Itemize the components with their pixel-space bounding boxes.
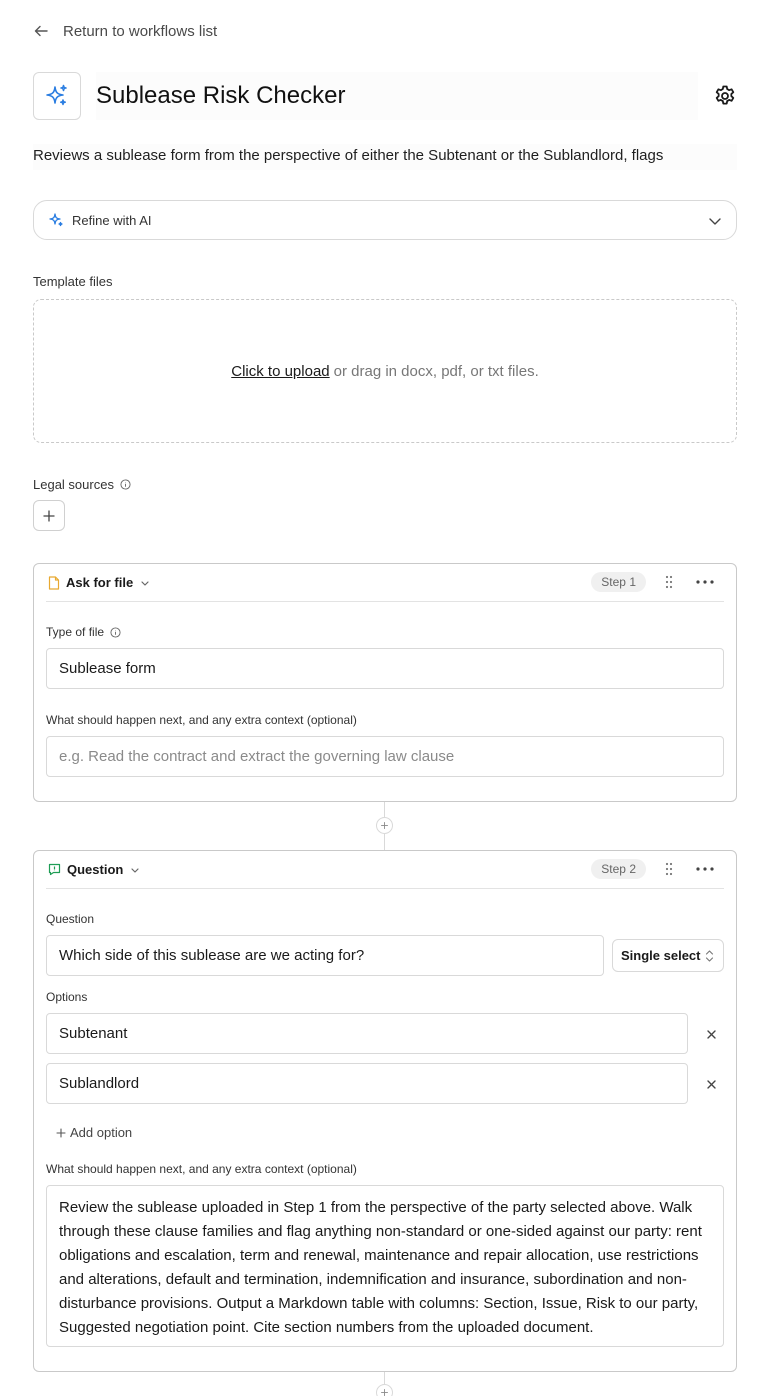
context-label: What should happen next, and any extra c… <box>46 713 357 727</box>
refine-with-ai-toggle[interactable]: Refine with AI <box>33 200 737 240</box>
back-link[interactable]: Return to workflows list <box>33 20 217 42</box>
step-badge: Step 2 <box>591 859 646 879</box>
gear-icon[interactable] <box>713 84 737 108</box>
chevron-down-icon <box>141 580 149 586</box>
drag-handle-icon[interactable] <box>665 575 673 589</box>
context-input[interactable]: e.g. Read the contract and extract the g… <box>46 736 724 777</box>
workflow-icon[interactable] <box>33 72 81 120</box>
context-textarea[interactable]: Review the sublease uploaded in Step 1 f… <box>46 1185 724 1347</box>
info-icon[interactable] <box>120 479 131 490</box>
legal-sources-label: Legal sources <box>33 477 114 492</box>
step-type-label: Ask for file <box>66 575 134 590</box>
step-card-ask-for-file: Ask for file Step 1 Type of file Subleas… <box>33 563 737 802</box>
step-header: Question Step 2 <box>46 851 724 889</box>
add-option-label: Add option <box>70 1125 133 1140</box>
plus-icon <box>43 509 55 522</box>
sparkle-icon <box>49 213 63 227</box>
file-type-label-row: Type of file <box>46 625 121 639</box>
question-input[interactable]: Which side of this sublease are we actin… <box>46 935 604 976</box>
question-label: Question <box>46 912 95 926</box>
drag-handle-icon[interactable] <box>665 862 673 876</box>
chevron-up-down-icon <box>705 950 714 962</box>
sparkle-icon <box>46 84 67 106</box>
legal-sources-header: Legal sources <box>33 477 131 492</box>
step-badge: Step 1 <box>591 572 646 592</box>
step-card-question: Question Step 2 Question Which side of t… <box>33 850 737 1372</box>
refine-label: Refine with AI <box>72 212 152 228</box>
step-type-label: Question <box>67 862 124 877</box>
chevron-down-icon <box>709 218 721 225</box>
option-input[interactable]: Sublandlord <box>46 1063 688 1104</box>
more-options-icon[interactable] <box>696 580 714 584</box>
answer-type-select[interactable]: Single select <box>612 939 724 972</box>
add-legal-source-button[interactable] <box>33 500 65 531</box>
step-type-dropdown[interactable]: Question <box>46 862 140 877</box>
plus-icon <box>381 1389 388 1396</box>
context-label: What should happen next, and any extra c… <box>46 1162 357 1176</box>
file-type-label: Type of file <box>46 625 105 639</box>
workflow-title[interactable]: Sublease Risk Checker <box>96 72 698 120</box>
file-type-input[interactable]: Sublease form <box>46 648 724 689</box>
option-input[interactable]: Subtenant <box>46 1013 688 1054</box>
more-options-icon[interactable] <box>696 867 714 871</box>
insert-step-button[interactable] <box>376 817 393 834</box>
arrow-left-icon <box>34 25 48 37</box>
template-upload-dropzone[interactable]: Click to upload or drag in docx, pdf, or… <box>33 299 737 443</box>
file-icon <box>48 575 60 590</box>
template-files-label: Template files <box>33 274 113 289</box>
upload-link[interactable]: Click to upload <box>231 363 329 380</box>
remove-option-button[interactable] <box>704 1077 718 1091</box>
step-header: Ask for file Step 1 <box>46 564 724 602</box>
back-link-label: Return to workflows list <box>63 22 218 40</box>
options-label: Options <box>46 990 88 1004</box>
remove-option-button[interactable] <box>704 1027 718 1041</box>
step-type-dropdown[interactable]: Ask for file <box>46 575 150 590</box>
question-icon <box>48 863 61 876</box>
plus-icon <box>56 1127 66 1138</box>
add-option-button[interactable]: Add option <box>56 1125 132 1140</box>
close-icon <box>706 1079 716 1089</box>
info-icon[interactable] <box>110 626 121 638</box>
insert-step-button[interactable] <box>376 1384 393 1396</box>
workflow-title-row: Sublease Risk Checker <box>33 72 737 120</box>
answer-type-value: Single select <box>621 948 701 963</box>
chevron-down-icon <box>131 867 139 873</box>
workflow-description[interactable]: Reviews a sublease form from the perspec… <box>33 144 737 170</box>
close-icon <box>706 1029 716 1039</box>
plus-icon <box>381 822 388 829</box>
upload-hint: or drag in docx, pdf, or txt files. <box>333 362 539 380</box>
